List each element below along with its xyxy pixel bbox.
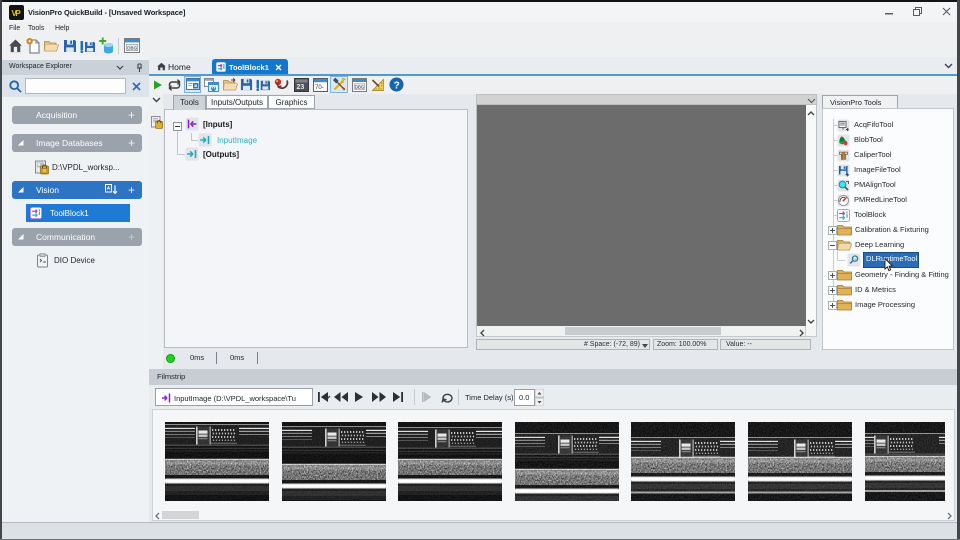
svg-text:70-: 70- — [315, 85, 324, 91]
svg-text:23: 23 — [297, 84, 305, 91]
svg-text:DBG: DBG — [355, 85, 365, 90]
svg-text:?: ? — [394, 80, 400, 91]
svg-text:DBG: DBG — [127, 45, 137, 50]
